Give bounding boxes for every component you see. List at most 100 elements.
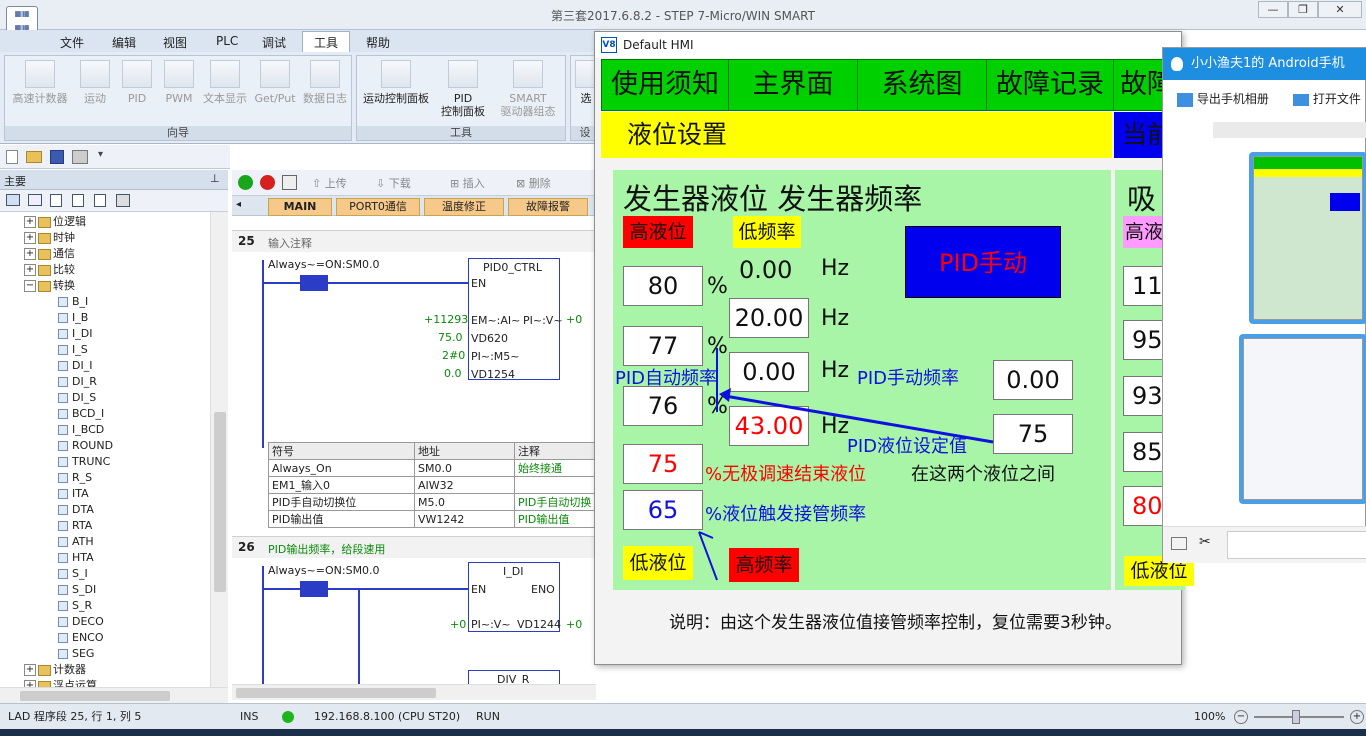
screenshot-thumbnail-hmi[interactable] xyxy=(1249,152,1366,324)
table-row[interactable]: EM1_输入0 AIW32 xyxy=(268,476,596,494)
tree-item[interactable]: I_DI xyxy=(58,326,92,342)
tree-item[interactable]: TRUNC xyxy=(58,454,110,470)
upload-button[interactable]: ⇧ 上传 xyxy=(312,175,347,191)
monitor-icon[interactable] xyxy=(116,194,130,207)
expand-icon[interactable]: + xyxy=(24,248,36,260)
smart-drive-button[interactable]: SMART 驱动器组态 xyxy=(493,60,563,118)
tree-item[interactable]: R_S xyxy=(58,470,92,486)
pwm-wizard-button[interactable]: PWM xyxy=(159,60,199,105)
tree-item[interactable]: ITA xyxy=(58,486,89,502)
open-icon[interactable] xyxy=(26,151,42,163)
tab-port0[interactable]: PORT0通信 xyxy=(336,198,420,216)
menu-edit[interactable]: 编辑 xyxy=(112,34,136,51)
motion-panel-button[interactable]: 运动控制面板 xyxy=(359,60,433,105)
doc-icon[interactable] xyxy=(72,194,84,207)
tree-item[interactable]: DI_S xyxy=(58,390,96,406)
tree-item[interactable]: DECO xyxy=(58,614,104,630)
menu-file[interactable]: 文件 xyxy=(60,34,84,51)
scroll-thumb[interactable] xyxy=(20,691,170,701)
nav-main-screen[interactable]: 主界面 xyxy=(728,59,858,111)
tree-item[interactable]: SEG xyxy=(58,646,94,662)
list-icon[interactable] xyxy=(94,194,106,207)
text-display-button[interactable]: 文本显示 xyxy=(199,60,251,105)
network-header[interactable]: 25 输入注释 xyxy=(232,230,596,252)
export-album-button[interactable]: 导出手机相册 xyxy=(1177,90,1269,107)
new-icon[interactable] xyxy=(6,150,18,164)
zoom-slider-thumb[interactable] xyxy=(1292,710,1300,724)
tree-folder-convert[interactable]: − 转换 xyxy=(24,278,75,294)
compile-icon[interactable] xyxy=(282,175,297,190)
expand-icon[interactable]: + xyxy=(24,232,36,244)
get-put-button[interactable]: Get/Put xyxy=(253,60,297,105)
scissors-icon[interactable]: ✂ xyxy=(1199,534,1211,550)
table-row[interactable]: Always_On SM0.0 始终接通 xyxy=(268,459,596,477)
tree-item[interactable]: ENCO xyxy=(58,630,104,646)
table-row[interactable]: PID输出值 VW1242 PID输出值 xyxy=(268,510,596,528)
network-comment[interactable]: 输入注释 xyxy=(268,235,312,251)
tab-left-arrow-icon[interactable]: ◂ xyxy=(236,199,241,210)
tree-item[interactable]: B_I xyxy=(58,294,88,310)
tree-item[interactable]: I_BCD xyxy=(58,422,104,438)
nav-fault-log[interactable]: 故障记录 xyxy=(986,59,1114,111)
tree-item[interactable]: I_B xyxy=(58,310,88,326)
menu-plc[interactable]: PLC xyxy=(216,34,238,48)
expand-icon[interactable]: + xyxy=(24,664,36,676)
insert-button[interactable]: ⊞ 插入 xyxy=(450,175,485,191)
tree-folder-float[interactable]: + 浮点运算 xyxy=(24,678,97,687)
run-icon[interactable] xyxy=(238,175,253,190)
expand-icon[interactable]: + xyxy=(24,680,36,687)
menu-view[interactable]: 视图 xyxy=(163,34,187,51)
print-icon[interactable] xyxy=(72,150,88,164)
tree-item[interactable]: S_R xyxy=(58,598,92,614)
nav-system-diagram[interactable]: 系统图 xyxy=(857,59,987,111)
screenshot-thumbnail-editor[interactable] xyxy=(1239,334,1366,504)
tree-item[interactable]: S_DI xyxy=(58,582,96,598)
expand-icon[interactable]: + xyxy=(24,264,36,276)
menu-tools[interactable]: 工具 xyxy=(314,34,338,51)
pid-wizard-button[interactable]: PID xyxy=(117,60,157,105)
tree-item[interactable]: BCD_I xyxy=(58,406,104,422)
minimize-button[interactable]: — xyxy=(1258,1,1288,18)
tree-folder-counter[interactable]: + 计数器 xyxy=(24,662,86,678)
zoom-out-icon[interactable]: − xyxy=(1234,710,1248,724)
menu-debug[interactable]: 调试 xyxy=(262,34,286,51)
editor-horizontal-scrollbar[interactable] xyxy=(232,684,596,700)
i-di-block[interactable]: I_DI EN ENO PI~:V~ VD1244 xyxy=(468,562,561,632)
tree-horizontal-scrollbar[interactable] xyxy=(0,687,228,703)
table-icon[interactable] xyxy=(28,194,42,206)
tree-item[interactable]: ROUND xyxy=(58,438,113,454)
network-comment[interactable]: PID输出频率，给段速用 xyxy=(268,541,385,557)
close-button[interactable]: ✕ xyxy=(1318,1,1362,18)
scroll-thumb[interactable] xyxy=(214,412,226,592)
network-header[interactable]: 26 PID输出频率，给段速用 xyxy=(232,536,596,558)
table-row[interactable]: PID手自动切换位 M5.0 PID手自动切换 xyxy=(268,493,596,511)
tree-item[interactable]: RTA xyxy=(58,518,92,534)
zoom-in-icon[interactable]: + xyxy=(1350,710,1364,724)
collapse-icon[interactable]: − xyxy=(24,280,36,292)
tree-item[interactable]: ATH xyxy=(58,534,94,550)
chevron-down-icon[interactable]: ▾ xyxy=(98,149,103,160)
tree-item[interactable]: I_S xyxy=(58,342,88,358)
contact-sm0[interactable] xyxy=(300,581,328,597)
scroll-thumb[interactable] xyxy=(236,688,436,698)
pid0-ctrl-block[interactable]: PID0_CTRL EN EM~:AI~ VD620 PI~:M5~ VD125… xyxy=(468,258,563,381)
delete-button[interactable]: ⊠ 删除 xyxy=(516,175,551,191)
hsc-wizard-button[interactable]: 高速计数器 xyxy=(7,60,73,105)
nav-usage-notes[interactable]: 使用须知 xyxy=(601,59,729,111)
expand-icon[interactable]: + xyxy=(24,216,36,228)
menu-help[interactable]: 帮助 xyxy=(366,34,390,51)
data-log-button[interactable]: 数据日志 xyxy=(299,60,351,105)
tab-temp[interactable]: 温度修正 xyxy=(424,198,504,216)
tab-fault[interactable]: 故障报警 xyxy=(508,198,588,216)
open-file-button[interactable]: 打开文件 xyxy=(1293,90,1361,107)
motion-wizard-button[interactable]: 运动 xyxy=(75,60,115,105)
tree-vertical-scrollbar[interactable] xyxy=(210,212,228,687)
save-icon[interactable] xyxy=(50,150,64,164)
page-icon[interactable] xyxy=(50,194,62,207)
tab-main[interactable]: MAIN xyxy=(268,198,332,216)
stop-icon[interactable] xyxy=(260,175,275,190)
pin-icon[interactable]: ⊥ xyxy=(210,172,220,185)
pid-panel-button[interactable]: PID 控制面板 xyxy=(437,60,489,118)
maximize-button[interactable]: ❐ xyxy=(1288,1,1318,18)
tree-item[interactable]: DI_I xyxy=(58,358,92,374)
